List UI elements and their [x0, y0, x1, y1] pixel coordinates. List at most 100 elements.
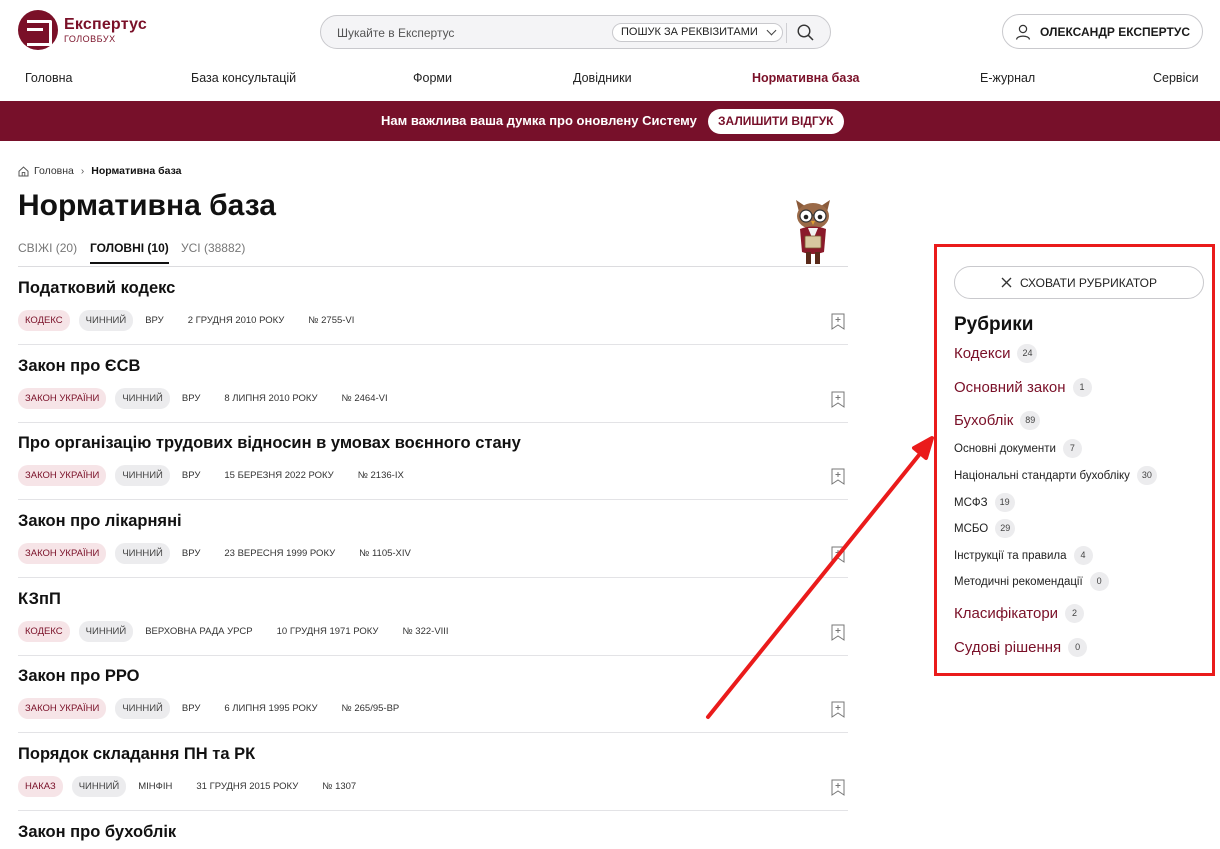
tab-all[interactable]: УСІ (38882) [181, 241, 245, 262]
document-meta: ЗАКОН УКРАЇНИ ЧИННИЙ ВРУ 8 ЛИПНЯ 2010 РОКУ №… [18, 388, 409, 409]
document-row[interactable]: КЗпП КОДЕКС ЧИННИЙ ВЕРХОВНА РАДА УРСР 10 ГРУ… [18, 578, 848, 656]
document-date: 23 ВЕРЕСНЯ 1999 РОКУ [224, 548, 336, 559]
document-status-badge: ЧИННИЙ [71, 776, 127, 797]
search-by-requisites-button[interactable]: ПОШУК ЗА РЕКВІЗИТАМИ [612, 23, 783, 42]
document-type-badge: КОДЕКС [18, 621, 70, 642]
bookmark-icon[interactable] [831, 546, 845, 563]
document-title[interactable]: Закон про ЄСВ [18, 357, 140, 376]
document-issuer: ВЕРХОВНА РАДА УРСР [145, 626, 253, 637]
document-type-badge: НАКАЗ [18, 776, 63, 797]
chevron-down-icon [766, 25, 777, 36]
search-by-requisites-label: ПОШУК ЗА РЕКВІЗИТАМИ [621, 26, 758, 38]
document-meta: НАКАЗ ЧИННИЙ МІНФІН 31 ГРУДНЯ 2015 РОКУ № 13… [18, 776, 377, 797]
breadcrumb-chevron-icon: › [80, 165, 85, 177]
user-name: ОЛЕКСАНДР ЕКСПЕРТУС [1040, 24, 1190, 39]
document-number: № 322-VIII [402, 626, 449, 637]
document-type-badge: ЗАКОН УКРАЇНИ [18, 543, 107, 564]
document-status-badge: ЧИННИЙ [115, 698, 170, 719]
search-bar: ПОШУК ЗА РЕКВІЗИТАМИ [320, 15, 831, 49]
document-meta: ЗАКОН УКРАЇНИ ЧИННИЙ ВРУ 23 ВЕРЕСНЯ 1999 РО… [18, 543, 432, 564]
document-status-badge: ЧИННИЙ [115, 388, 170, 409]
document-row[interactable]: Порядок складання ПН та РК НАКАЗ ЧИННИЙ МІН… [18, 733, 848, 811]
header: Експертус ГОЛОВБУХ ПОШУК ЗА РЕКВІЗИТАМИ … [0, 0, 1220, 62]
document-status-badge: ЧИННИЙ [115, 543, 170, 564]
document-row[interactable]: Податковий кодекс КОДЕКС ЧИННИЙ ВРУ 2 ГРУДНЯ… [18, 267, 848, 345]
document-type-badge: ЗАКОН УКРАЇНИ [18, 698, 107, 719]
home-icon [18, 165, 29, 176]
nav-item-references[interactable]: Довідники [573, 71, 632, 85]
search-input[interactable] [337, 24, 607, 42]
document-issuer: ВРУ [181, 470, 201, 481]
document-meta: ЗАКОН УКРАЇНИ ЧИННИЙ ВРУ 15 БЕРЕЗНЯ 2022 РО… [18, 465, 425, 486]
document-row[interactable]: Закон про РРО ЗАКОН УКРАЇНИ ЧИННИЙ ВРУ 6 ЛИП… [18, 655, 848, 733]
document-title[interactable]: Закон про лікарняні [18, 512, 182, 531]
nav-item-regulatory-base[interactable]: Нормативна база [752, 71, 859, 85]
document-type-badge: ЗАКОН УКРАЇНИ [18, 388, 107, 409]
document-title[interactable]: Про організацію трудових відносин в умов… [18, 434, 521, 453]
logo[interactable]: Експертус ГОЛОВБУХ [18, 10, 147, 50]
user-icon [1015, 24, 1031, 40]
main-nav: Головна База консультацій Форми Довідник… [0, 62, 1220, 100]
nav-item-home[interactable]: Головна [25, 71, 73, 85]
bookmark-icon[interactable] [831, 313, 845, 330]
document-status-badge: ЧИННИЙ [78, 310, 134, 331]
logo-text: Експертус ГОЛОВБУХ [64, 15, 147, 44]
search-icon[interactable] [797, 24, 814, 41]
bookmark-icon[interactable] [831, 391, 845, 408]
document-issuer: ВРУ [181, 548, 201, 559]
document-title[interactable]: Порядок складання ПН та РК [18, 745, 255, 764]
user-profile-button[interactable]: ОЛЕКСАНДР ЕКСПЕРТУС [1002, 14, 1203, 49]
bookmark-icon[interactable] [831, 779, 845, 796]
feedback-banner: Нам важлива ваша думка про оновлену Сист… [0, 101, 1220, 141]
document-row[interactable]: Закон про лікарняні ЗАКОН УКРАЇНИ ЧИННИЙ ВР… [18, 500, 848, 578]
document-status-badge: ЧИННИЙ [115, 465, 170, 486]
document-issuer: ВРУ [181, 393, 201, 404]
nav-item-services[interactable]: Сервіси [1153, 71, 1199, 85]
document-number: № 2464-VI [341, 393, 388, 404]
breadcrumb: Головна › Нормативна база [18, 165, 182, 177]
breadcrumb-home[interactable]: Головна [34, 165, 74, 177]
document-type-badge: КОДЕКС [18, 310, 70, 331]
nav-item-forms[interactable]: Форми [413, 71, 452, 85]
document-number: № 2755-VI [308, 315, 355, 326]
document-date: 15 БЕРЕЗНЯ 2022 РОКУ [224, 470, 334, 481]
logo-title: Експертус [64, 15, 147, 33]
document-row[interactable]: Про організацію трудових відносин в умов… [18, 422, 848, 500]
nav-item-e-journal[interactable]: Е-журнал [980, 71, 1035, 85]
document-date: 2 ГРУДНЯ 2010 РОКУ [187, 315, 285, 326]
logo-subtitle: ГОЛОВБУХ [64, 33, 116, 44]
document-title[interactable]: Податковий кодекс [18, 279, 175, 298]
document-date: 31 ГРУДНЯ 2015 РОКУ [196, 781, 299, 792]
tab-main[interactable]: ГОЛОВНІ (10) [90, 241, 169, 264]
page-title: Нормативна база [18, 189, 276, 222]
annotation-highlight-box [934, 244, 1215, 676]
bookmark-icon[interactable] [831, 701, 845, 718]
document-meta: КОДЕКС ЧИННИЙ ВЕРХОВНА РАДА УРСР 10 ГРУДНЯ … [18, 621, 470, 642]
document-number: № 265/95-ВР [341, 703, 400, 714]
document-tabs: СВІЖІ (20) ГОЛОВНІ (10) УСІ (38882) [18, 240, 848, 267]
document-title[interactable]: Закон про бухоблік [18, 823, 176, 842]
breadcrumb-current: Нормативна база [91, 165, 182, 177]
document-title[interactable]: Закон про РРО [18, 667, 140, 686]
logo-icon [18, 10, 58, 50]
banner-text: Нам важлива ваша думка про оновлену Сист… [381, 113, 697, 128]
document-meta: КОДЕКС ЧИННИЙ ВРУ 2 ГРУДНЯ 2010 РОКУ № 2755-… [18, 310, 375, 331]
document-number: № 1105-XIV [359, 548, 411, 559]
document-row[interactable]: Закон про ЄСВ ЗАКОН УКРАЇНИ ЧИННИЙ ВРУ 8 ЛИП… [18, 345, 848, 423]
leave-feedback-button[interactable]: ЗАЛИШИТИ ВІДГУК [708, 109, 844, 134]
search-divider [786, 23, 787, 43]
nav-item-consultations[interactable]: База консультацій [191, 71, 296, 85]
document-status-badge: ЧИННИЙ [78, 621, 134, 642]
bookmark-icon[interactable] [831, 468, 845, 485]
document-type-badge: ЗАКОН УКРАЇНИ [18, 465, 107, 486]
document-date: 10 ГРУДНЯ 1971 РОКУ [276, 626, 379, 637]
document-date: 6 ЛИПНЯ 1995 РОКУ [224, 703, 318, 714]
bookmark-icon[interactable] [831, 624, 845, 641]
document-number: № 2136-IX [357, 470, 404, 481]
document-meta: ЗАКОН УКРАЇНИ ЧИННИЙ ВРУ 6 ЛИПНЯ 1995 РОКУ №… [18, 698, 420, 719]
document-issuer: ВРУ [145, 315, 164, 326]
tab-fresh[interactable]: СВІЖІ (20) [18, 241, 77, 262]
document-row[interactable]: Закон про бухоблік [18, 811, 848, 849]
document-title[interactable]: КЗпП [18, 590, 61, 609]
document-number: № 1307 [322, 781, 357, 792]
